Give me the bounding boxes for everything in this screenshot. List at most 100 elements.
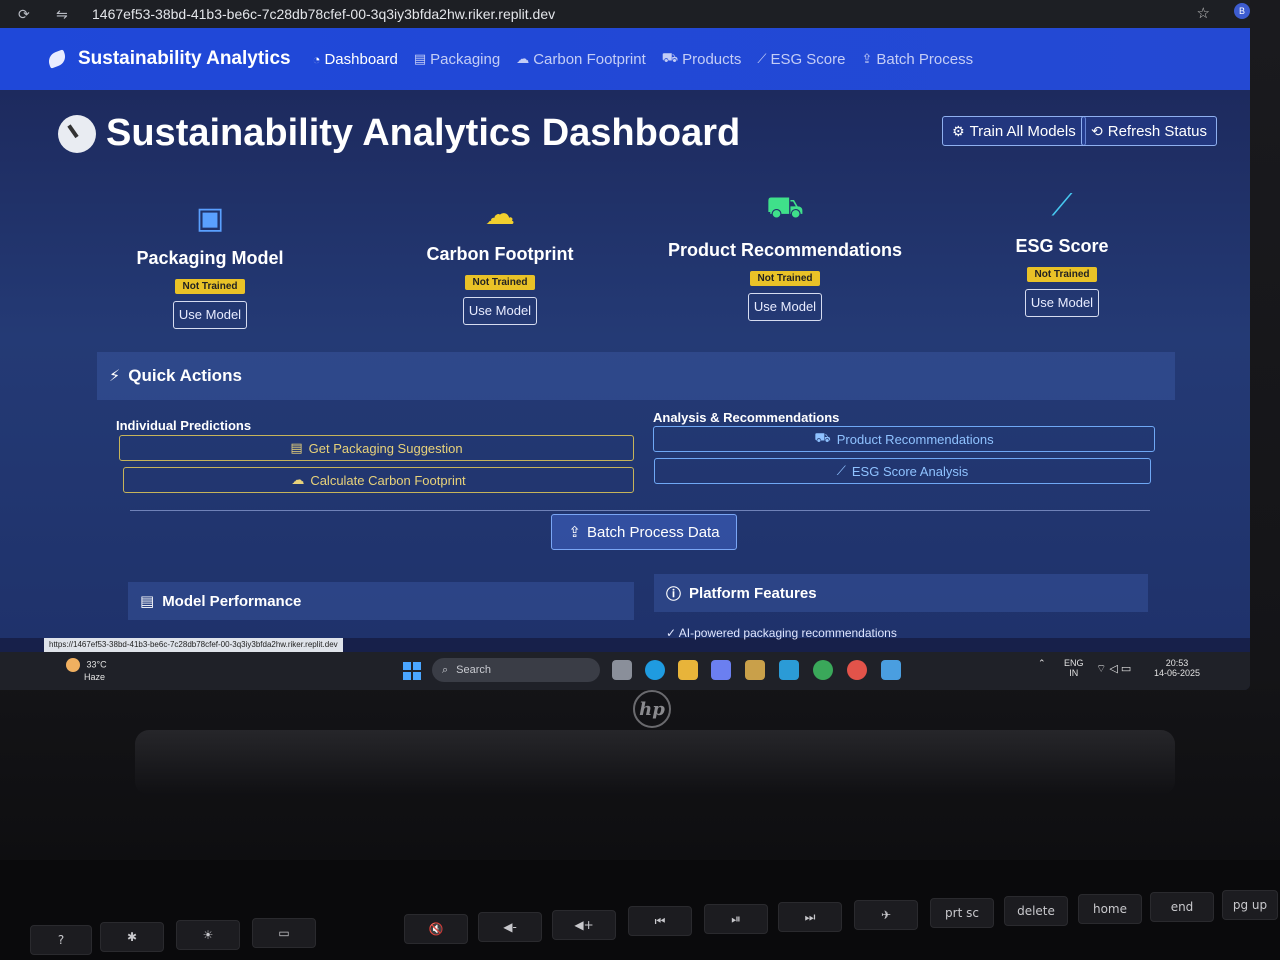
get-packaging-suggestion-button[interactable]: ▤ Get Packaging Suggestion (119, 435, 634, 461)
info-circle-icon: ⓘ (666, 585, 682, 603)
language-indicator[interactable]: ENG IN (1064, 658, 1084, 678)
key: pg up (1222, 890, 1278, 920)
date-label: 14-06-2025 (1154, 668, 1201, 678)
use-model-button[interactable]: Use Model (463, 297, 537, 325)
key: ? (30, 925, 92, 955)
tray-chevron-icon[interactable]: ⌃ (1038, 658, 1046, 669)
main-content: Sustainability Analytics Dashboard ⚙ Tra… (0, 90, 1250, 640)
nav-label: Carbon Footprint (533, 50, 646, 68)
chrome-icon[interactable] (813, 660, 833, 680)
brand[interactable]: Sustainability Analytics (46, 48, 291, 70)
key: ◀+ (552, 910, 616, 940)
chart-bar-icon: ▤ (140, 593, 155, 610)
windows-taskbar: 33°C Haze ⌕ Search ⌃ ENG IN ⌔ ◁ ▭ 20:53 … (0, 652, 1250, 690)
key: ☀ (176, 920, 240, 950)
use-model-button[interactable]: Use Model (748, 293, 822, 321)
button-label: Refresh Status (1107, 122, 1207, 140)
smog-icon: ☁ (516, 51, 530, 66)
bolt-icon: ⚡ (109, 368, 121, 385)
button-label: Calculate Carbon Footprint (310, 472, 466, 488)
panel-title: Platform Features (689, 584, 817, 602)
key: 🔇 (404, 914, 468, 944)
browser-address-bar: ⟳ ⇋ 1467ef53-38bd-41b3-be6c-7c28db78cfef… (0, 0, 1250, 28)
esg-score-analysis-button[interactable]: ⟋ ESG Score Analysis (654, 458, 1151, 484)
site-settings-icon[interactable]: ⇋ (56, 6, 76, 23)
key: ⏮ (628, 906, 692, 936)
copilot-icon[interactable] (711, 660, 731, 680)
model-name: ESG Score (1015, 236, 1109, 256)
brand-label: Sustainability Analytics (78, 48, 291, 69)
network-volume-battery-icon[interactable]: ⌔ ◁ ▭ (1096, 662, 1131, 676)
check-icon: ✓ (666, 626, 677, 640)
search-label: Search (456, 664, 492, 676)
nav-dashboard[interactable]: ◔ Dashboard (313, 51, 398, 68)
smog-icon: ☁ (291, 472, 305, 487)
url-text[interactable]: 1467ef53-38bd-41b3-be6c-7c28db78cfef-00-… (92, 6, 555, 22)
chart-line-icon: ⟋ (1051, 189, 1073, 222)
key: prt sc (930, 898, 994, 928)
clock[interactable]: 20:53 14-06-2025 (1154, 658, 1200, 678)
taskbar-search[interactable]: ⌕ Search (432, 658, 600, 682)
status-badge: Not Trained (465, 275, 535, 290)
box-icon: ▣ (195, 201, 225, 235)
edge-icon[interactable] (645, 660, 665, 680)
divider (130, 510, 1150, 511)
profile-avatar[interactable]: B (1234, 3, 1250, 19)
smog-icon: ☁ (485, 197, 515, 231)
region-label: IN (1069, 668, 1079, 678)
nav-packaging[interactable]: ▤ Packaging (414, 51, 500, 68)
calculate-carbon-footprint-button[interactable]: ☁ Calculate Carbon Footprint (123, 467, 634, 493)
leaf-icon (46, 49, 68, 69)
model-card-esg: ⟋ ESG Score Not Trained Use Model (952, 186, 1172, 317)
weather-icon (66, 658, 80, 672)
train-all-models-button[interactable]: ⚙ Train All Models (942, 116, 1086, 146)
product-recommendations-button[interactable]: ⛟ Product Recommendations (653, 426, 1155, 452)
app-icon[interactable] (779, 660, 799, 680)
store-icon[interactable] (745, 660, 765, 680)
file-explorer-icon[interactable] (678, 660, 698, 680)
nav-products[interactable]: ⛟ Products (662, 50, 742, 68)
chart-line-icon: ⟋ (757, 51, 767, 66)
upload-icon: ⇪ (861, 51, 873, 66)
key: delete (1004, 896, 1068, 926)
key: ✈ (854, 900, 918, 930)
refresh-status-button[interactable]: ⟲ Refresh Status (1081, 116, 1217, 146)
app-icon[interactable] (881, 660, 901, 680)
chart-line-icon: ⟋ (836, 463, 846, 478)
key: ✱ (100, 922, 164, 952)
use-model-button[interactable]: Use Model (1025, 289, 1099, 317)
batch-process-data-button[interactable]: ⇪ Batch Process Data (551, 514, 737, 550)
task-view-icon[interactable] (612, 660, 632, 680)
model-name: Packaging Model (136, 248, 284, 268)
cart-icon: ⛟ (661, 50, 679, 65)
upload-icon: ⇪ (568, 524, 581, 541)
model-name: Carbon Footprint (426, 244, 574, 264)
nav-batch-process[interactable]: ⇪ Batch Process (861, 51, 973, 68)
bookmark-star-icon[interactable]: ☆ (1197, 4, 1210, 22)
nav-label: Batch Process (876, 50, 974, 68)
status-badge: Not Trained (750, 271, 820, 286)
status-bar-url: https://1467ef53-38bd-41b3-be6c-7c28db78… (44, 638, 343, 652)
use-model-button[interactable]: Use Model (173, 301, 247, 329)
windows-start-icon[interactable] (403, 662, 421, 680)
box-icon: ▤ (413, 51, 427, 66)
model-card-products: ⛟ Product Recommendations Not Trained Us… (665, 190, 905, 321)
nav-carbon-footprint[interactable]: ☁ Carbon Footprint (516, 51, 646, 68)
status-badge: Not Trained (175, 279, 245, 294)
key: end (1150, 892, 1214, 922)
button-label: Get Packaging Suggestion (308, 440, 463, 456)
nav-label: Products (682, 50, 742, 68)
keyboard: ? ✱ ☀ ▭ 🔇 ◀- ◀+ ⏮ ⏯ ⏭ ✈ prt sc delete ho… (0, 860, 1280, 960)
weather-widget[interactable]: 33°C Haze (66, 658, 107, 682)
model-card-carbon: ☁ Carbon Footprint Not Trained Use Model (390, 194, 610, 325)
individual-predictions-title: Individual Predictions (116, 418, 252, 433)
key: ⏭ (778, 902, 842, 932)
browser-icon[interactable] (847, 660, 867, 680)
platform-features-header: ⓘ Platform Features (654, 574, 1148, 612)
cart-icon: ⛟ (766, 191, 804, 224)
search-icon: ⌕ (442, 663, 449, 676)
reload-icon[interactable]: ⟳ (18, 6, 38, 23)
key: home (1078, 894, 1142, 924)
nav-esg-score[interactable]: ⟋ ESG Score (757, 51, 845, 68)
page-title: Sustainability Analytics Dashboard (58, 112, 740, 155)
